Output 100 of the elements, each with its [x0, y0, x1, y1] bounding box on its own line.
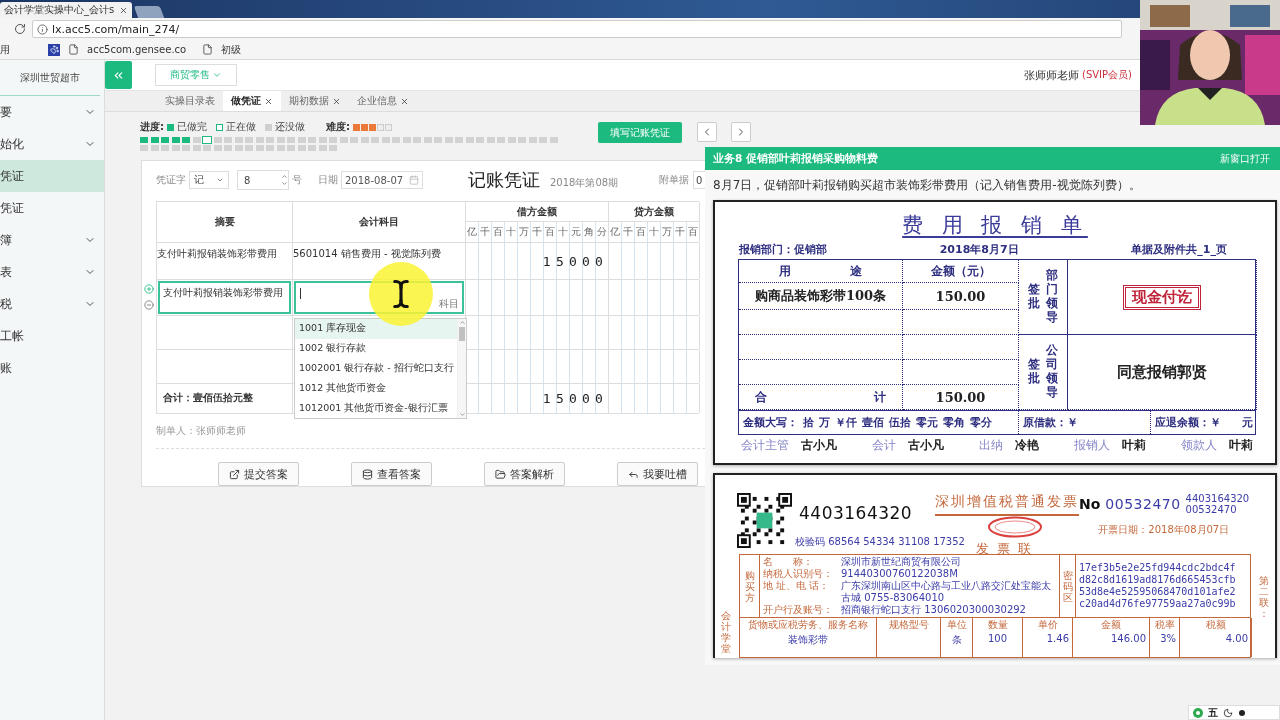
sidebar-item[interactable]: 工帐 [0, 320, 104, 352]
next-button[interactable] [731, 122, 751, 142]
progress-cell[interactable] [329, 137, 337, 143]
action-button[interactable]: 查看答案 [351, 462, 432, 486]
progress-cell[interactable] [224, 145, 232, 151]
progress-cell[interactable] [518, 137, 526, 143]
progress-cell[interactable] [339, 137, 348, 143]
progress-cell[interactable] [465, 137, 474, 143]
progress-cell[interactable] [423, 137, 432, 143]
progress-cell[interactable] [392, 137, 400, 143]
dropdown-option[interactable]: 1001 库存现金 [295, 319, 457, 339]
progress-cell[interactable] [203, 137, 211, 143]
down-icon[interactable] [281, 180, 288, 187]
paw-icon[interactable] [48, 43, 60, 56]
sidebar-item[interactable]: 簿 [0, 224, 104, 256]
progress-cell[interactable] [413, 137, 421, 143]
progress-cell[interactable] [539, 137, 547, 143]
add-row-icon[interactable] [144, 284, 154, 294]
progress-cell[interactable] [371, 137, 379, 143]
progress-cell[interactable] [245, 145, 253, 151]
progress-cell[interactable] [308, 137, 316, 143]
progress-cell[interactable] [192, 145, 201, 151]
progress-cell[interactable] [161, 145, 169, 151]
progress-cell[interactable] [182, 145, 190, 151]
progress-cell[interactable] [318, 137, 327, 143]
progress-cell[interactable] [171, 137, 180, 143]
previous-button[interactable] [697, 122, 717, 142]
progress-cell[interactable] [266, 137, 274, 143]
scroll-down-icon[interactable] [458, 411, 466, 418]
sidebar-item[interactable]: 凭证 [0, 160, 104, 192]
sidebar-item[interactable]: 凭证 [0, 192, 104, 224]
progress-cell[interactable] [381, 137, 390, 143]
voucher-number-field[interactable]: 8 [237, 170, 289, 190]
progress-cell[interactable] [276, 137, 285, 143]
progress-cell[interactable] [434, 137, 442, 143]
progress-cell[interactable] [350, 137, 358, 143]
progress-cell[interactable] [360, 137, 369, 143]
page-tab[interactable]: 做凭证 [223, 91, 281, 111]
progress-cell[interactable] [486, 137, 495, 143]
remove-row-icon[interactable] [144, 300, 154, 310]
progress-cell[interactable] [297, 145, 306, 151]
browser-tab[interactable]: 会计学堂实操中心_会计s [0, 2, 132, 18]
progress-cell[interactable] [297, 137, 306, 143]
progress-cell[interactable] [329, 145, 337, 151]
progress-cell[interactable] [150, 137, 159, 143]
progress-cell[interactable] [287, 145, 295, 151]
sidebar-item[interactable]: 要 [0, 96, 104, 128]
progress-cell[interactable] [140, 137, 148, 143]
progress-cell[interactable] [245, 137, 253, 143]
page-tab[interactable]: 企业信息 [349, 91, 417, 111]
progress-cell[interactable] [308, 145, 316, 151]
voucher-word-select[interactable]: 记 [189, 171, 229, 189]
progress-cell[interactable] [182, 137, 190, 143]
progress-cell[interactable] [507, 137, 516, 143]
close-icon[interactable] [332, 96, 341, 106]
sidebar-item[interactable]: 始化 [0, 128, 104, 160]
progress-cell[interactable] [287, 137, 295, 143]
bookmark[interactable]: 初级 [221, 42, 242, 57]
sidebar-item[interactable]: 账 [0, 352, 104, 384]
sidebar-item[interactable]: 税 [0, 288, 104, 320]
progress-cell[interactable] [276, 145, 285, 151]
page-tab[interactable]: 期初数据 [281, 91, 349, 111]
bookmark[interactable]: acc5com.gensee.co [87, 44, 187, 55]
action-button[interactable]: 我要吐槽 [617, 462, 698, 486]
close-icon[interactable] [400, 96, 409, 106]
progress-cell[interactable] [192, 137, 201, 143]
close-icon[interactable] [119, 5, 128, 15]
progress-cell[interactable] [171, 145, 180, 151]
progress-cell[interactable] [140, 145, 148, 151]
collapse-button[interactable] [105, 61, 132, 89]
reload-icon[interactable] [14, 23, 26, 35]
progress-cell[interactable] [255, 137, 264, 143]
address-bar[interactable]: lx.acc5.com/main_274/ [32, 20, 1122, 38]
close-icon[interactable] [264, 96, 273, 106]
progress-cell[interactable] [266, 145, 274, 151]
progress-cell[interactable] [402, 137, 411, 143]
progress-cell[interactable] [497, 137, 505, 143]
page-tab[interactable]: 实操目录表 [157, 91, 223, 111]
progress-cell[interactable] [213, 137, 222, 143]
progress-cell[interactable] [161, 137, 169, 143]
progress-cell[interactable] [234, 145, 243, 151]
progress-cell[interactable] [549, 137, 558, 143]
progress-cell[interactable] [444, 137, 453, 143]
progress-cell[interactable] [234, 137, 243, 143]
scroll-up-icon[interactable] [458, 319, 466, 326]
up-icon[interactable] [281, 173, 288, 180]
progress-cell[interactable] [455, 137, 463, 143]
sidebar-item[interactable]: 表 [0, 256, 104, 288]
progress-cell[interactable] [224, 137, 232, 143]
action-button[interactable]: 提交答案 [218, 462, 299, 486]
progress-cell[interactable] [255, 145, 264, 151]
progress-cell[interactable] [213, 145, 222, 151]
scroll-thumb[interactable] [459, 327, 465, 341]
progress-cell[interactable] [476, 137, 484, 143]
summary-field[interactable]: 支付叶莉报销装饰彩带费用 [158, 281, 291, 314]
date-field[interactable]: 2018-08-07 [341, 171, 423, 189]
action-button[interactable]: 答案解析 [484, 462, 565, 486]
new-tab-button[interactable] [133, 6, 165, 18]
progress-cell[interactable] [528, 137, 537, 143]
progress-cell[interactable] [318, 145, 327, 151]
